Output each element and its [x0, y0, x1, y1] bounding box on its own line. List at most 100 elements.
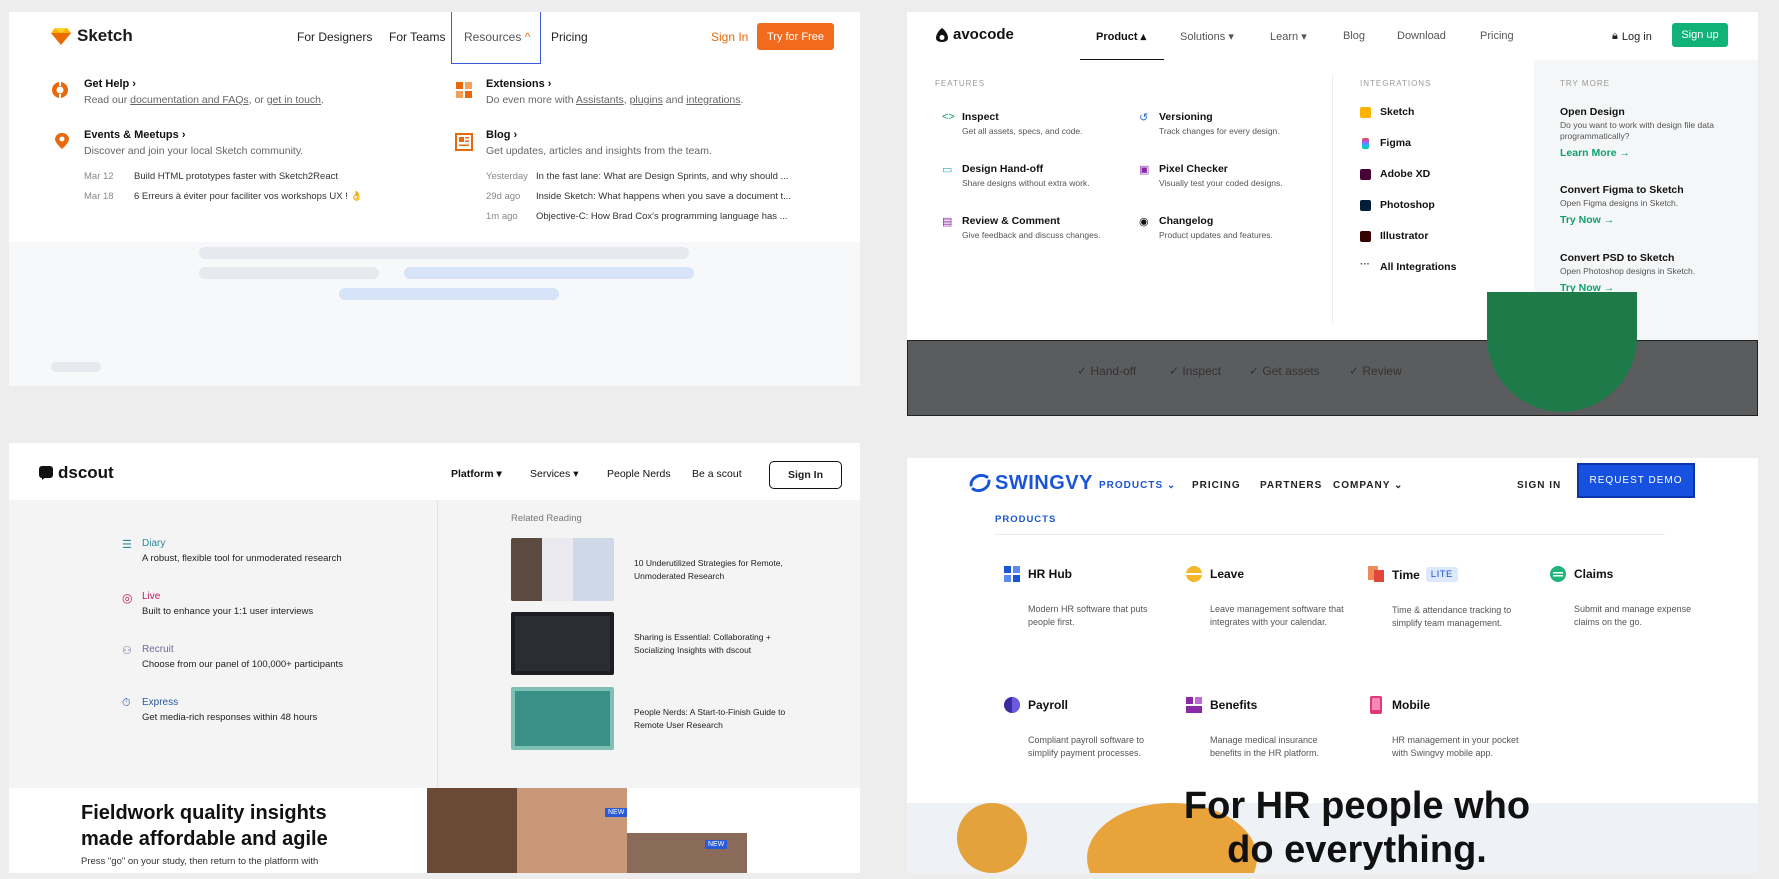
- extensions-item[interactable]: Extensions › Do even more with Assistant…: [486, 78, 743, 106]
- product-title: Live: [142, 591, 161, 602]
- product-time[interactable]: Time LITE Time & attendance tracking to s…: [1368, 566, 1527, 630]
- list-icon: ☰: [122, 539, 132, 551]
- nav-people-nerds[interactable]: People Nerds: [607, 468, 671, 480]
- feature-changelog[interactable]: ◉ Changelog Product updates and features.: [1139, 215, 1273, 240]
- product-claims[interactable]: Claims Submit and manage expense claims …: [1550, 566, 1709, 629]
- get-in-touch-link[interactable]: get in touch: [267, 94, 321, 106]
- try-more-psd-to-sketch[interactable]: Convert PSD to Sketch Open Photoshop desi…: [1560, 252, 1740, 294]
- product-recruit[interactable]: ⚇ Recruit Choose from our panel of 100,000…: [122, 644, 343, 670]
- nav-products[interactable]: PRODUCTS ⌄: [1099, 480, 1176, 491]
- sign-in-button[interactable]: Sign In: [769, 461, 842, 489]
- product-benefits[interactable]: Benefits Manage medical insurance benefi…: [1186, 697, 1345, 760]
- nav-resources[interactable]: Resources ^: [464, 30, 530, 44]
- extensions-text: .: [740, 94, 744, 106]
- event-post[interactable]: Mar 18 6 Erreurs à éviter pour faciliter …: [84, 191, 362, 202]
- dscout-logo[interactable]: dscout: [39, 463, 114, 483]
- article-card[interactable]: 10 Underutilized Strategies for Remote, …: [511, 538, 783, 601]
- blog-post[interactable]: Yesterday In the fast lane: What are Desi…: [486, 171, 788, 182]
- integration-label: Illustrator: [1380, 230, 1429, 242]
- integration-adobe-xd[interactable]: Adobe XD: [1360, 168, 1430, 180]
- nav-solutions[interactable]: Solutions ▾: [1180, 30, 1234, 43]
- integration-photoshop[interactable]: Photoshop: [1360, 199, 1435, 211]
- try-for-free-button[interactable]: Try for Free: [757, 23, 834, 50]
- feature-inspect[interactable]: <> Inspect Get all assets, specs, and code…: [942, 111, 1082, 136]
- avocode-panel: avocode Product ▴ Solutions ▾ Learn ▾ Bl…: [907, 12, 1758, 416]
- post-date: Yesterday: [486, 171, 528, 182]
- nav-pricing[interactable]: Pricing: [551, 30, 588, 44]
- article-card[interactable]: Sharing is Essential: Collaborating + So…: [511, 612, 771, 675]
- person-photo: [627, 833, 747, 873]
- nav-be-a-scout[interactable]: Be a scout: [692, 468, 742, 480]
- avocode-logo[interactable]: avocode: [935, 26, 1014, 43]
- assistants-link[interactable]: Assistants: [576, 94, 624, 106]
- product-desc: Modern HR software that puts people firs…: [1028, 604, 1148, 627]
- check-handoff: ✓ Hand-off: [1077, 364, 1137, 378]
- blurred-line: [51, 362, 101, 372]
- lock-icon: 🔒︎: [1612, 30, 1618, 42]
- product-desc: Submit and manage expense claims on the …: [1574, 604, 1692, 627]
- nav-pricing[interactable]: Pricing: [1480, 30, 1514, 42]
- plugins-link[interactable]: plugins: [630, 94, 663, 106]
- nav-for-teams[interactable]: For Teams: [389, 30, 445, 44]
- blog-post[interactable]: 29d ago Inside Sketch: What happens when …: [486, 191, 791, 202]
- nav-for-designers[interactable]: For Designers: [297, 30, 372, 44]
- check-inspect: ✓ Inspect: [1169, 364, 1222, 378]
- feature-design-handoff[interactable]: ▭ Design Hand-off Share designs without ex…: [942, 163, 1090, 188]
- feature-desc: Give feedback and discuss changes.: [962, 230, 1101, 240]
- sign-in-link[interactable]: SIGN IN: [1517, 480, 1561, 491]
- feature-versioning[interactable]: ↺ Versioning Track changes for every desig…: [1139, 111, 1280, 136]
- product-title: Benefits: [1210, 698, 1258, 712]
- product-mobile[interactable]: Mobile HR management in your pocket with…: [1370, 696, 1527, 760]
- log-in-link[interactable]: 🔒︎ Log in: [1612, 30, 1652, 43]
- events-item[interactable]: Events & Meetups › Discover and join you…: [84, 129, 303, 157]
- get-help-item[interactable]: Get Help › Read our documentation and FA…: [84, 78, 324, 106]
- products-label: PRODUCTS: [995, 514, 1057, 525]
- nav-company[interactable]: COMPANY ⌄: [1333, 480, 1403, 491]
- nav-pricing[interactable]: PRICING: [1192, 480, 1241, 491]
- swingvy-logo[interactable]: SWINGVY: [967, 471, 1093, 495]
- nav-product[interactable]: Product ▴: [1096, 30, 1146, 43]
- blog-post[interactable]: 1m ago Objective-C: How Brad Cox's progra…: [486, 211, 788, 222]
- integration-illustrator[interactable]: Illustrator: [1360, 230, 1429, 242]
- sign-in-link[interactable]: Sign In: [711, 30, 748, 44]
- sign-up-button[interactable]: Sign up: [1672, 23, 1728, 47]
- integration-figma[interactable]: Figma: [1362, 137, 1411, 149]
- nav-platform[interactable]: Platform ▾: [451, 468, 502, 480]
- chevron-up-icon: ^: [524, 30, 531, 44]
- product-express[interactable]: ⏱︎ Express Get media-rich responses within…: [122, 697, 317, 723]
- product-payroll[interactable]: Payroll Compliant payroll software to si…: [1004, 697, 1163, 760]
- nav-services[interactable]: Services ▾: [530, 468, 578, 480]
- product-diary[interactable]: ☰ Diary A robust, flexible tool for unmode…: [122, 538, 342, 564]
- product-title: Leave: [1210, 567, 1245, 581]
- extensions-grid-icon: [456, 82, 472, 98]
- nav-learn[interactable]: Learn ▾: [1270, 30, 1307, 43]
- blog-item[interactable]: Blog › Get updates, articles and insight…: [486, 129, 712, 157]
- try-more-open-design[interactable]: Open Design Do you want to work with desi…: [1560, 106, 1740, 159]
- try-now-link[interactable]: Try Now →: [1560, 214, 1740, 226]
- docs-link[interactable]: documentation and FAQs: [130, 94, 249, 106]
- integration-all[interactable]: ··· All Integrations: [1360, 259, 1456, 273]
- feature-review-comment[interactable]: ▤ Review & Comment Give feedback and discu…: [942, 215, 1101, 240]
- product-leave[interactable]: Leave Leave management software that int…: [1186, 566, 1345, 629]
- sketch-logo[interactable]: Sketch: [51, 26, 133, 46]
- figma-icon: [1362, 138, 1369, 149]
- product-title: Time: [1392, 567, 1420, 582]
- benefits-icon: [1186, 697, 1202, 713]
- try-more-figma-to-sketch[interactable]: Convert Figma to Sketch Open Figma design…: [1560, 184, 1740, 226]
- nav-download[interactable]: Download: [1397, 30, 1446, 42]
- caret-down-icon: ▾: [573, 468, 579, 480]
- article-card[interactable]: People Nerds: A Start-to-Finish Guide to…: [511, 687, 785, 750]
- nav-partners[interactable]: PARTNERS: [1260, 480, 1322, 491]
- feature-pixel-checker[interactable]: ▣ Pixel Checker Visually test your coded d…: [1139, 163, 1283, 188]
- request-demo-button[interactable]: REQUEST DEMO: [1577, 463, 1695, 498]
- learn-more-link[interactable]: Learn More →: [1560, 147, 1740, 159]
- product-hr-hub[interactable]: HR Hub Modern HR software that puts peop…: [1004, 566, 1163, 629]
- product-live[interactable]: ◎ Live Built to enhance your 1:1 user inte…: [122, 591, 313, 617]
- chevron-down-icon: ⌄: [1393, 480, 1404, 491]
- try-more-title: Convert PSD to Sketch: [1560, 252, 1675, 264]
- event-post[interactable]: Mar 12 Build HTML prototypes faster with …: [84, 171, 338, 182]
- nav-blog[interactable]: Blog: [1343, 30, 1365, 42]
- integration-sketch[interactable]: Sketch: [1360, 106, 1414, 118]
- integrations-link[interactable]: integrations: [686, 94, 740, 106]
- product-desc: Manage medical insurance benefits in the…: [1210, 735, 1320, 758]
